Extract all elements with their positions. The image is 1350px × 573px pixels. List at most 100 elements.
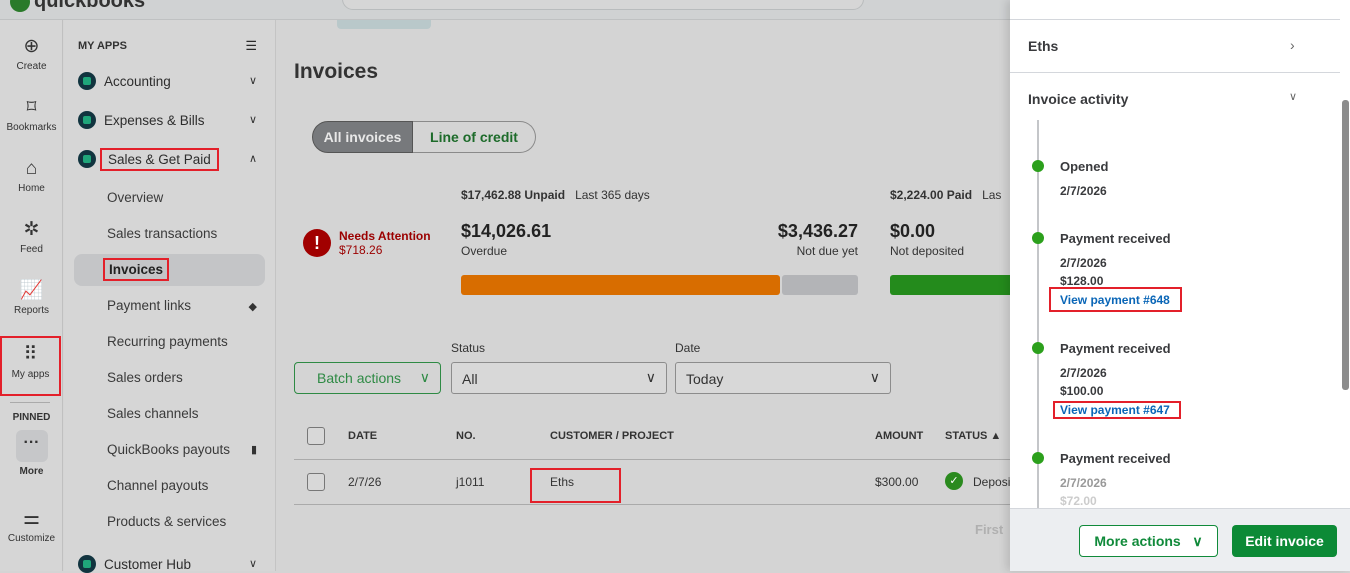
rail-more[interactable]: ··· More xyxy=(0,430,63,477)
rail-customize[interactable]: ⚌ Customize xyxy=(0,508,63,544)
nav-overview[interactable]: Overview xyxy=(107,190,163,205)
needs-attention-amount: $718.26 xyxy=(339,243,383,257)
page-title: Invoices xyxy=(294,60,379,83)
status-label: Status xyxy=(451,341,486,355)
needs-attention-label[interactable]: Needs Attention xyxy=(339,229,431,243)
unpaid-progress-bar[interactable] xyxy=(461,275,858,295)
status-select[interactable]: All ∨ xyxy=(451,362,667,394)
timeline-dot xyxy=(1032,342,1044,354)
event-date: 2/7/2026 xyxy=(1060,256,1107,270)
chevron-right-icon[interactable]: › xyxy=(1290,37,1295,53)
alert-icon: ! xyxy=(303,229,331,257)
chevron-down-icon[interactable]: ∨ xyxy=(249,557,257,570)
accounting-icon xyxy=(78,72,96,90)
rail-home[interactable]: ⌂ Home xyxy=(0,158,63,194)
col-customer[interactable]: CUSTOMER / PROJECT xyxy=(550,430,674,442)
chevron-down-icon[interactable]: ∨ xyxy=(249,74,257,87)
more-icon: ··· xyxy=(15,430,48,462)
app-expenses[interactable]: Expenses & Bills xyxy=(78,111,205,129)
collapse-menu-icon[interactable]: ☰ xyxy=(245,38,257,54)
not-deposited-label: Not deposited xyxy=(890,244,965,258)
nav-invoices[interactable]: Invoices xyxy=(102,258,170,281)
sales-icon xyxy=(78,150,96,168)
rail-feed[interactable]: ✲ Feed xyxy=(0,219,63,255)
col-date[interactable]: DATE xyxy=(348,430,377,442)
chevron-up-icon[interactable]: ∧ xyxy=(249,152,257,165)
col-no[interactable]: NO. xyxy=(456,430,476,442)
event-date: 2/7/2026 xyxy=(1060,366,1107,380)
pinned-label: PINNED xyxy=(12,412,51,423)
event-amount: $128.00 xyxy=(1060,274,1104,288)
rail-my-apps[interactable]: ⠿ My apps xyxy=(0,336,61,396)
nav-channel-payouts[interactable]: Channel payouts xyxy=(107,478,208,493)
nav-header: MY APPS xyxy=(78,40,127,52)
panel-customer[interactable]: Eths xyxy=(1028,38,1058,54)
timeline-dot xyxy=(1032,232,1044,244)
rail-create[interactable]: ⊕ Create xyxy=(0,36,63,72)
nav-recurring-payments[interactable]: Recurring payments xyxy=(107,334,228,349)
expenses-icon xyxy=(78,111,96,129)
nav-quickbooks-payouts[interactable]: QuickBooks payouts xyxy=(107,442,230,457)
edit-invoice-button[interactable]: Edit invoice xyxy=(1232,525,1337,557)
nav-sales-channels[interactable]: Sales channels xyxy=(107,406,199,421)
chevron-down-icon: ∨ xyxy=(1192,532,1203,549)
date-select[interactable]: Today ∨ xyxy=(675,362,891,394)
icon-rail: ⊕ Create ⌑ Bookmarks ⌂ Home ✲ Feed 📈 Reports … xyxy=(0,20,63,571)
grid-icon: ⠿ xyxy=(23,344,38,365)
apps-nav: MY APPS ☰ Accounting ∨ Expenses & Bills ∨ … xyxy=(64,20,276,573)
chevron-down-icon[interactable]: ∨ xyxy=(249,113,257,126)
event-title: Payment received xyxy=(1060,451,1171,466)
nav-products-services[interactable]: Products & services xyxy=(107,514,226,529)
not-due-bar[interactable] xyxy=(781,275,858,295)
timeline-dot xyxy=(1032,452,1044,464)
more-actions-button[interactable]: More actions ∨ xyxy=(1079,525,1218,557)
app-customer-hub[interactable]: Customer Hub xyxy=(78,555,191,573)
chevron-down-icon: ∨ xyxy=(645,369,656,385)
rail-bookmarks[interactable]: ⌑ Bookmarks xyxy=(0,97,63,133)
panel-scrollbar[interactable] xyxy=(1342,100,1349,390)
sliders-icon: ⚌ xyxy=(22,508,41,529)
reports-icon: 📈 xyxy=(19,280,44,301)
check-circle-icon: ✓ xyxy=(945,472,963,490)
bookmark-icon: ▮ xyxy=(250,444,257,456)
event-date: 2/7/2026 xyxy=(1060,184,1107,198)
col-status[interactable]: STATUS ▲ xyxy=(945,430,1001,442)
chevron-down-icon[interactable]: ∨ xyxy=(1289,90,1297,103)
rail-reports[interactable]: 📈 Reports xyxy=(0,280,63,316)
row-customer[interactable]: Eths xyxy=(550,475,574,489)
row-checkbox[interactable] xyxy=(307,473,325,491)
paid-bar[interactable] xyxy=(890,275,1020,295)
nav-sales-orders[interactable]: Sales orders xyxy=(107,370,183,385)
nav-sales-transactions[interactable]: Sales transactions xyxy=(107,226,217,241)
app-accounting[interactable]: Accounting xyxy=(78,72,171,90)
event-date: 2/7/2026 xyxy=(1060,476,1107,490)
pager-first[interactable]: First xyxy=(975,522,1003,537)
chevron-down-icon: ∨ xyxy=(419,369,430,385)
nav-payment-links[interactable]: Payment links xyxy=(107,298,191,313)
chevron-down-icon: ∨ xyxy=(869,369,880,385)
search-input[interactable] xyxy=(342,0,864,10)
select-all-checkbox[interactable] xyxy=(307,427,325,445)
event-title: Payment received xyxy=(1060,231,1171,246)
plus-circle-icon: ⊕ xyxy=(23,36,40,57)
home-icon: ⌂ xyxy=(25,158,38,179)
tab-line-of-credit[interactable]: Line of credit xyxy=(413,121,536,153)
tab-all-invoices[interactable]: All invoices xyxy=(312,121,413,153)
not-due-amount: $3,436.27 xyxy=(777,221,858,241)
overdue-bar[interactable] xyxy=(461,275,780,295)
main-content: Invoices All invoices Line of credit ! N… xyxy=(277,20,1020,571)
paid-period: Las xyxy=(982,188,1002,202)
view-payment-648-link[interactable]: View payment #648 xyxy=(1060,293,1170,307)
event-amount: $100.00 xyxy=(1060,384,1104,398)
event-title: Opened xyxy=(1060,159,1109,174)
paid-total: $2,224.00 Paid xyxy=(890,188,973,202)
quickbooks-logo[interactable]: quickbooks xyxy=(10,0,145,13)
view-payment-647-link[interactable]: View payment #647 xyxy=(1060,403,1170,417)
invoice-activity-title[interactable]: Invoice activity xyxy=(1028,91,1128,107)
batch-actions-button[interactable]: Batch actions ∨ xyxy=(294,362,441,394)
event-title: Payment received xyxy=(1060,341,1171,356)
col-amount[interactable]: AMOUNT xyxy=(875,430,923,442)
app-sales[interactable]: Sales & Get Paid xyxy=(78,147,219,171)
row-no: j1011 xyxy=(456,475,485,489)
row-date: 2/7/26 xyxy=(348,475,382,489)
